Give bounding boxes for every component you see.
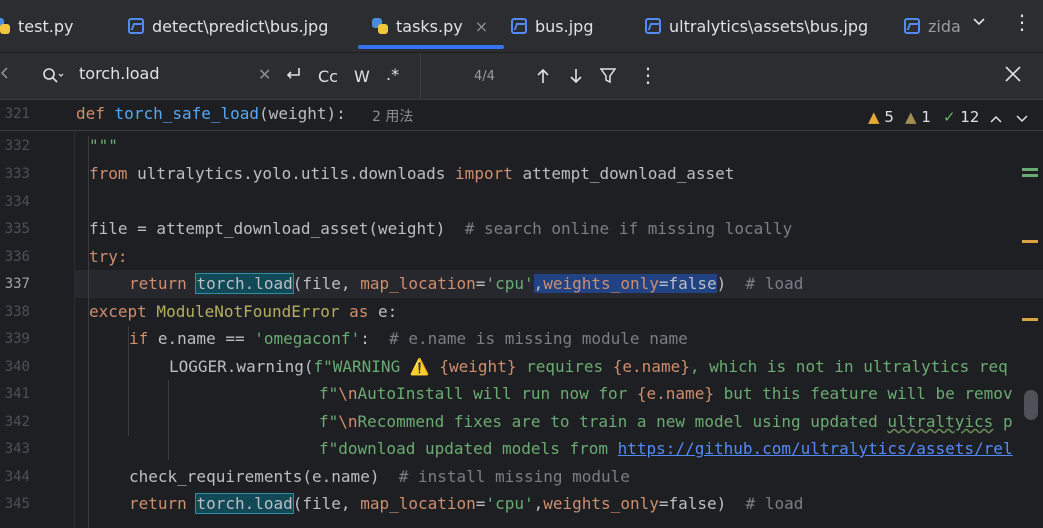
tab-test-py[interactable]: test.py	[0, 0, 73, 52]
scroll-marker[interactable]	[1022, 168, 1038, 171]
collapse-left-icon[interactable]	[0, 65, 10, 85]
line-number: 332	[4, 138, 30, 154]
search-options-icon[interactable]: ⋮	[638, 63, 658, 87]
scroll-marker[interactable]	[1022, 240, 1038, 243]
code-line-344: check_requirements(e.name) # install mis…	[129, 467, 630, 486]
tab-bus-jpg[interactable]: bus.jpg	[511, 0, 593, 52]
tab-label: ultralytics\assets\bus.jpg	[669, 16, 869, 36]
tab-label: detect\predict\bus.jpg	[152, 16, 329, 36]
line-number: 340	[4, 359, 30, 375]
whole-words-button[interactable]: W	[354, 67, 370, 86]
tab-zida[interactable]: zida	[904, 0, 961, 52]
sticky-scope-header[interactable]: 321 def torch_safe_load(weight): 2 用法 ▲ …	[0, 100, 1043, 131]
regex-button[interactable]: .*	[386, 65, 399, 84]
scrollbar-thumb[interactable]	[1024, 390, 1038, 420]
line-number: 343	[4, 441, 30, 457]
code-line-336: try:	[89, 247, 128, 266]
line-number: 337	[4, 276, 30, 292]
code-editor[interactable]: 332 333 334 335 336 337 338 339 340 341 …	[0, 100, 1043, 528]
image-file-icon	[511, 18, 527, 34]
sticky-function-signature: def torch_safe_load(weight):	[76, 104, 346, 123]
code-line-342: f"\nRecommend fixes are to train a new m…	[319, 412, 1013, 431]
code-line-332: """	[89, 136, 118, 155]
clear-search-icon[interactable]: ✕	[258, 65, 271, 84]
image-file-icon	[645, 18, 661, 34]
match-counter: 4/4	[474, 69, 495, 84]
new-line-icon[interactable]	[284, 65, 302, 87]
text-selection: ,weights_only=false	[533, 274, 717, 293]
previous-occurrence-icon[interactable]	[535, 67, 551, 89]
line-number: 334	[4, 194, 30, 210]
weak-warning-icon: ▲	[905, 108, 917, 126]
close-find-icon[interactable]	[1004, 65, 1022, 87]
line-number: 341	[4, 386, 30, 402]
tab-tasks-py[interactable]: tasks.py ×	[357, 0, 505, 52]
code-line-343: f"download updated models from https://g…	[319, 439, 1013, 458]
filter-icon[interactable]	[599, 67, 617, 89]
close-tab-icon[interactable]: ×	[475, 17, 488, 36]
usages-hint[interactable]: 2 用法	[372, 106, 413, 126]
line-number: 342	[4, 414, 30, 430]
tab-label: tasks.py	[396, 16, 463, 36]
more-options-icon[interactable]: ⋮	[1012, 10, 1032, 34]
tab-label: bus.jpg	[535, 16, 594, 36]
line-number: 344	[4, 469, 30, 485]
url-link[interactable]: https://github.com/ultralytics/assets/re…	[618, 439, 1013, 458]
tab-label: zida	[928, 16, 961, 36]
match-case-button[interactable]: Cc	[318, 67, 338, 86]
tab-label: test.py	[18, 16, 74, 36]
divider	[420, 53, 421, 99]
line-number: 321	[4, 106, 30, 122]
image-file-icon	[904, 18, 920, 34]
python-file-icon	[372, 18, 388, 34]
line-number: 335	[4, 221, 30, 237]
code-line-335: file = attempt_download_asset(weight) # …	[89, 219, 793, 238]
code-line-341: f"\nAutoInstall will run now for {e.name…	[319, 384, 1013, 403]
search-match: torch.load	[195, 273, 294, 294]
previous-highlight-icon[interactable]	[990, 110, 1002, 128]
line-number: 333	[4, 166, 30, 182]
find-bar: ✕ Cc W .* 4/4 ⋮	[0, 52, 1043, 100]
scroll-marker[interactable]	[1022, 318, 1038, 321]
warnings-count[interactable]: ▲ 5	[868, 108, 894, 126]
typos-ok-count[interactable]: ✓ 12	[943, 108, 979, 126]
warning-icon: ▲	[868, 108, 880, 126]
line-number: 345	[4, 496, 30, 512]
check-icon: ✓	[943, 108, 956, 126]
line-number-gutter: 332 333 334 335 336 337 338 339 340 341 …	[0, 100, 75, 528]
code-line-339: if e.name == 'omegaconf': # e.name is mi…	[129, 329, 688, 348]
code-line-345: return torch.load(file, map_location='cp…	[129, 493, 804, 514]
editor-tab-bar: test.py detect\predict\bus.jpg tasks.py …	[0, 0, 1043, 52]
python-file-icon	[0, 18, 10, 34]
scroll-marker[interactable]	[1022, 174, 1038, 177]
code-line-337: return torch.load(file, map_location='cp…	[129, 273, 804, 294]
image-file-icon	[128, 18, 144, 34]
indent-guide	[168, 380, 169, 460]
tab-detect-predict-bus-jpg[interactable]: detect\predict\bus.jpg	[128, 0, 328, 52]
search-history-icon[interactable]	[42, 67, 64, 89]
tabs-dropdown-icon[interactable]	[972, 14, 986, 33]
code-line-338: except ModuleNotFoundError as e:	[89, 302, 398, 321]
code-line-333: from ultralytics.yolo.utils.downloads im…	[89, 164, 735, 183]
search-input[interactable]	[79, 64, 249, 83]
tab-ultralytics-assets-bus-jpg[interactable]: ultralytics\assets\bus.jpg	[645, 0, 868, 52]
line-number: 338	[4, 304, 30, 320]
search-match: torch.load	[195, 493, 294, 514]
next-highlight-icon[interactable]	[1016, 110, 1028, 128]
next-occurrence-icon[interactable]	[568, 67, 584, 89]
line-number: 336	[4, 249, 30, 265]
code-line-340: LOGGER.warning(f"WARNING ⚠️ {weight} req…	[169, 357, 1008, 376]
weak-warnings-count[interactable]: ▲ 1	[905, 108, 931, 126]
line-number: 339	[4, 331, 30, 347]
indent-guide	[88, 136, 89, 528]
